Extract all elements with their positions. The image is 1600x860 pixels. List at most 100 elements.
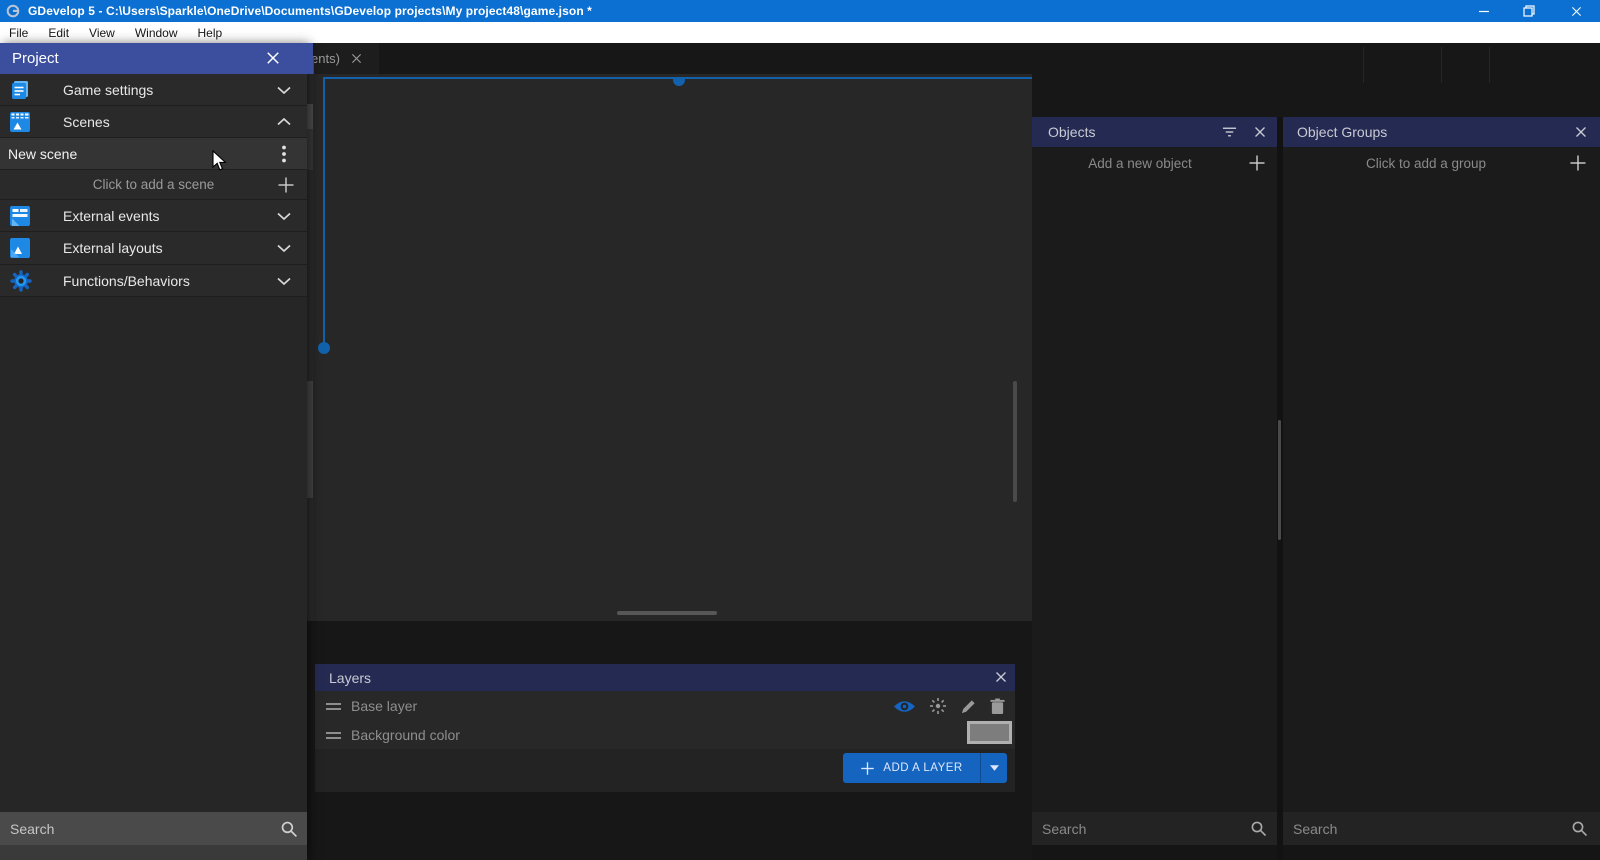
scene-canvas[interactable] <box>306 74 1032 621</box>
layer-row-base[interactable]: Base layer <box>315 691 1015 721</box>
add-layer-label: ADD A LAYER <box>883 762 962 774</box>
menu-help[interactable]: Help <box>188 22 233 43</box>
restore-button[interactable] <box>1511 0 1547 22</box>
scrollbar-thumb[interactable] <box>306 129 313 170</box>
layer-label: Base layer <box>351 698 417 714</box>
section-label: Functions/Behaviors <box>63 273 190 289</box>
add-object-plus-icon[interactable] <box>1248 154 1266 172</box>
objects-header: Objects <box>1032 117 1277 147</box>
toolbar-separator <box>1489 47 1490 83</box>
section-label: Scenes <box>63 114 110 130</box>
scene-frame-left-edge <box>323 77 325 348</box>
object-groups-panel: Object Groups Click to add a group <box>1283 117 1600 860</box>
section-label: Game settings <box>63 82 153 98</box>
section-game-settings[interactable]: Game settings <box>0 74 307 106</box>
filter-icon[interactable] <box>1222 126 1237 138</box>
plus-icon <box>860 761 875 776</box>
scene-frame-top-handle[interactable] <box>673 79 685 86</box>
layer-label: Background color <box>351 727 460 743</box>
drag-handle-icon[interactable] <box>326 700 341 713</box>
project-header: Project <box>0 43 313 74</box>
add-layer-button[interactable]: ADD A LAYER <box>843 753 1007 783</box>
add-object-label: Add a new object <box>1032 156 1248 171</box>
panel-footer <box>1032 845 1277 860</box>
add-scene-label: Click to add a scene <box>93 177 215 192</box>
scene-frame-left-handle[interactable] <box>318 342 330 354</box>
section-label: External layouts <box>63 240 163 256</box>
object-groups-search-input[interactable] <box>1283 821 1571 837</box>
object-groups-search <box>1283 812 1600 845</box>
add-group-label: Click to add a group <box>1283 156 1569 171</box>
layer-edit-icon[interactable] <box>960 698 977 715</box>
add-group-plus-icon[interactable] <box>1569 154 1587 172</box>
functions-behaviors-icon <box>10 270 32 292</box>
objects-panel: Objects Add a new object <box>1032 117 1277 860</box>
section-external-layouts[interactable]: External layouts <box>0 232 307 265</box>
add-scene-row[interactable]: Click to add a scene <box>0 170 307 200</box>
kebab-menu-icon[interactable] <box>282 145 286 163</box>
chevron-down-icon <box>277 244 291 252</box>
scrollbar-thumb[interactable] <box>306 381 313 498</box>
project-panel: Project Game settings Scenes <box>0 43 307 860</box>
add-group-row[interactable]: Click to add a group <box>1283 147 1600 179</box>
objects-search-input[interactable] <box>1032 821 1250 837</box>
layer-row-background[interactable]: Background color <box>315 721 1015 749</box>
toolbar-separator <box>1441 47 1442 83</box>
tab-close-icon[interactable] <box>351 53 362 64</box>
menu-window[interactable]: Window <box>125 22 188 43</box>
section-external-events[interactable]: External events <box>0 200 307 232</box>
section-label: External events <box>63 208 160 224</box>
layers-header: Layers <box>315 664 1015 691</box>
project-search-input[interactable] <box>0 821 280 837</box>
menu-view[interactable]: View <box>79 22 125 43</box>
chevron-down-icon <box>277 86 291 94</box>
search-icon <box>1250 820 1267 837</box>
layers-title: Layers <box>315 670 371 686</box>
app-window: GDevelop 5 - C:\Users\Sparkle\OneDrive\D… <box>0 0 1600 860</box>
object-groups-close-icon[interactable] <box>1575 126 1587 138</box>
panel-footer <box>0 845 307 860</box>
canvas-horizontal-scrollbar[interactable] <box>617 611 717 615</box>
section-scenes[interactable]: Scenes <box>0 106 307 138</box>
title-bar: GDevelop 5 - C:\Users\Sparkle\OneDrive\D… <box>0 0 1600 22</box>
section-functions-behaviors[interactable]: Functions/Behaviors <box>0 265 307 297</box>
layer-delete-icon[interactable] <box>990 698 1005 715</box>
project-close-icon[interactable] <box>266 51 280 65</box>
layers-close-icon[interactable] <box>995 671 1007 683</box>
objects-scrollbar[interactable] <box>1278 420 1281 540</box>
gdevelop-logo-icon <box>6 4 20 18</box>
layer-effects-icon[interactable] <box>929 697 947 715</box>
layer-visibility-icon[interactable] <box>893 699 916 714</box>
object-groups-title: Object Groups <box>1283 124 1387 140</box>
window-title: GDevelop 5 - C:\Users\Sparkle\OneDrive\D… <box>28 4 592 18</box>
chevron-down-icon <box>277 212 291 220</box>
menu-edit[interactable]: Edit <box>38 22 79 43</box>
background-color-swatch[interactable] <box>967 721 1012 744</box>
menu-file[interactable]: File <box>0 22 38 43</box>
game-settings-icon <box>10 79 32 101</box>
project-search <box>0 812 307 845</box>
external-events-icon <box>10 205 32 227</box>
canvas-vertical-scrollbar[interactable] <box>1013 381 1017 502</box>
scenes-icon <box>10 111 32 133</box>
panel-footer <box>1283 845 1600 860</box>
minimize-button[interactable] <box>1466 0 1502 22</box>
external-layouts-icon <box>10 237 32 259</box>
drag-handle-icon[interactable] <box>326 729 341 742</box>
mouse-cursor <box>212 150 229 178</box>
layers-panel: Layers Base layer <box>315 664 1015 792</box>
tab-scene-events[interactable]: ents) <box>306 43 379 74</box>
scene-item-label: New scene <box>8 146 77 162</box>
chevron-down-icon <box>277 277 291 285</box>
close-window-button[interactable] <box>1558 0 1594 22</box>
scrollbar-thumb[interactable] <box>306 104 313 129</box>
toolbar-separator <box>1363 47 1364 83</box>
objects-close-icon[interactable] <box>1254 126 1266 138</box>
add-object-row[interactable]: Add a new object <box>1032 147 1277 179</box>
objects-title: Objects <box>1032 124 1095 140</box>
object-groups-header: Object Groups <box>1283 117 1600 147</box>
scene-item-new-scene[interactable]: New scene <box>0 138 307 170</box>
search-icon <box>280 820 298 838</box>
add-layer-dropdown[interactable] <box>980 753 1007 783</box>
add-scene-plus-icon[interactable] <box>277 176 295 194</box>
